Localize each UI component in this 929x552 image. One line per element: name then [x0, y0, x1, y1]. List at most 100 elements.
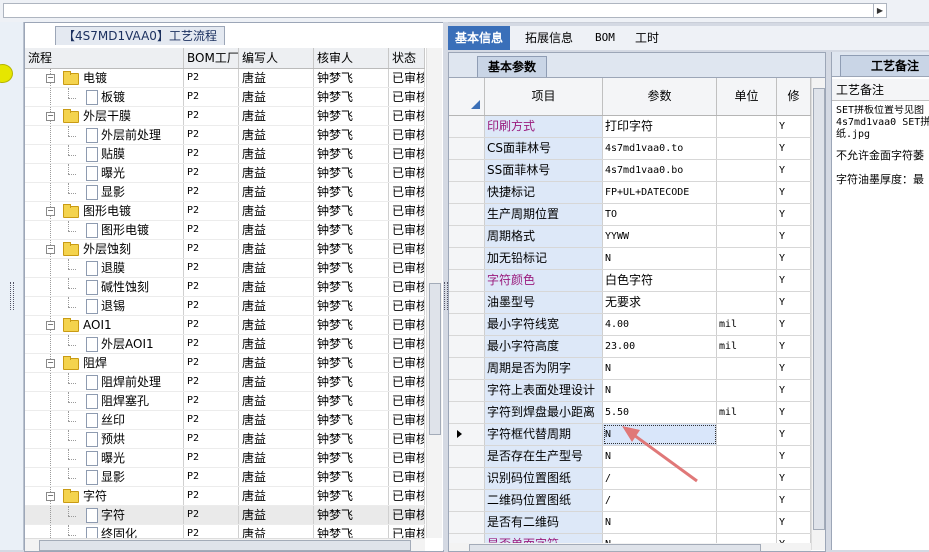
param-value-cell[interactable]: 5.50 [603, 402, 717, 423]
row-selector[interactable] [449, 380, 485, 401]
param-value-cell[interactable]: 白色字符 [603, 270, 717, 291]
param-modify-cell[interactable]: Y [777, 160, 811, 181]
col-header-reviewer[interactable]: 核审人 [314, 48, 389, 68]
param-value-cell[interactable]: 23.00 [603, 336, 717, 357]
param-value-cell[interactable]: 4.00 [603, 314, 717, 335]
param-row[interactable]: 字符颜色 白色字符 Y [449, 270, 811, 292]
tree-row[interactable]: 退膜 P2 唐益 钟梦飞 已审核 [25, 259, 425, 278]
tree-node-cell[interactable]: 板镀 [25, 88, 184, 106]
param-row[interactable]: 印刷方式 打印字符 Y [449, 116, 811, 138]
col-header-author[interactable]: 编写人 [239, 48, 314, 68]
tree-node-cell[interactable]: 丝印 [25, 411, 184, 429]
param-modify-cell[interactable]: Y [777, 204, 811, 225]
tree-row[interactable]: 贴膜 P2 唐益 钟梦飞 已审核 [25, 145, 425, 164]
tree-expander-icon[interactable]: − [46, 359, 55, 368]
tab-bom[interactable]: BOM [588, 26, 622, 50]
param-modify-cell[interactable]: Y [777, 314, 811, 335]
tree-node-cell[interactable]: 显影 [25, 468, 184, 486]
param-row[interactable]: 字符到焊盘最小距离 5.50 mil Y [449, 402, 811, 424]
param-modify-cell[interactable]: Y [777, 270, 811, 291]
param-modify-cell[interactable]: Y [777, 402, 811, 423]
param-row[interactable]: 识别码位置图纸 / Y [449, 468, 811, 490]
tree-node-cell[interactable]: 外层AOI1 [25, 335, 184, 353]
param-row[interactable]: 字符框代替周期 N Y [449, 424, 811, 446]
tree-row[interactable]: − AOI1 P2 唐益 钟梦飞 已审核 [25, 316, 425, 335]
row-selector[interactable] [449, 160, 485, 181]
tab-extended-info[interactable]: 拓展信息 [518, 26, 580, 50]
param-modify-cell[interactable]: Y [777, 424, 811, 445]
tree-node-cell[interactable]: 阻焊塞孔 [25, 392, 184, 410]
scroll-thumb[interactable] [429, 283, 441, 435]
param-modify-cell[interactable]: Y [777, 358, 811, 379]
tree-row[interactable]: 曝光 P2 唐益 钟梦飞 已审核 [25, 164, 425, 183]
col-header-unit[interactable]: 单位 [717, 78, 777, 115]
param-modify-cell[interactable]: Y [777, 182, 811, 203]
tree-row[interactable]: 终固化 P2 唐益 钟梦飞 已审核 [25, 525, 425, 538]
tree-expander-icon[interactable]: − [46, 245, 55, 254]
param-value-cell[interactable]: / [603, 468, 717, 489]
tree-node-cell[interactable]: 图形电镀 [25, 221, 184, 239]
process-notes-text[interactable]: SET拼板位置号见图 4s7md1vaa0 SET拼板 纸.jpg 不允许金面字… [836, 105, 929, 189]
param-value-cell[interactable]: 打印字符 [603, 116, 717, 137]
tree-row[interactable]: − 阻焊 P2 唐益 钟梦飞 已审核 [25, 354, 425, 373]
row-selector[interactable] [449, 446, 485, 467]
row-selector[interactable] [449, 468, 485, 489]
row-selector[interactable] [449, 490, 485, 511]
row-selector[interactable] [449, 182, 485, 203]
row-selector[interactable] [449, 336, 485, 357]
tree-node-cell[interactable]: 外层前处理 [25, 126, 184, 144]
param-modify-cell[interactable]: Y [777, 138, 811, 159]
scroll-thumb[interactable] [469, 544, 761, 552]
tree-node-cell[interactable]: 显影 [25, 183, 184, 201]
param-row[interactable]: 加无铅标记 N Y [449, 248, 811, 270]
col-header-modify[interactable]: 修 [777, 78, 811, 115]
param-value-cell[interactable]: 4s7md1vaa0.bo [603, 160, 717, 181]
tree-row[interactable]: 丝印 P2 唐益 钟梦飞 已审核 [25, 411, 425, 430]
tree-row[interactable]: 曝光 P2 唐益 钟梦飞 已审核 [25, 449, 425, 468]
tab-work-hours[interactable]: 工时 [628, 26, 666, 50]
tree-node-cell[interactable]: − 字符 [25, 487, 184, 505]
param-row[interactable]: 最小字符高度 23.00 mil Y [449, 336, 811, 358]
param-row[interactable]: 周期格式 YYWW Y [449, 226, 811, 248]
tree-node-cell[interactable]: 字符 [25, 506, 184, 524]
tree-row[interactable]: 退锡 P2 唐益 钟梦飞 已审核 [25, 297, 425, 316]
tree-expander-icon[interactable]: − [46, 321, 55, 330]
tree-node-cell[interactable]: 贴膜 [25, 145, 184, 163]
tree-expander-icon[interactable]: − [46, 207, 55, 216]
param-value-cell[interactable]: N [603, 248, 717, 269]
param-row[interactable]: SS面菲林号 4s7md1vaa0.bo Y [449, 160, 811, 182]
top-scrollbar[interactable]: ▶ [3, 3, 887, 18]
col-header-flow[interactable]: 流程 [25, 48, 184, 68]
param-row[interactable]: 二维码位置图纸 / Y [449, 490, 811, 512]
tree-node-cell[interactable]: − 电镀 [25, 69, 184, 87]
param-value-cell[interactable]: N [603, 424, 717, 445]
tree-node-cell[interactable]: 终固化 [25, 525, 184, 538]
tree-node-cell[interactable]: − AOI1 [25, 316, 184, 334]
process-flow-tab[interactable]: 【4S7MD1VAA0】工艺流程 [55, 26, 225, 45]
param-modify-cell[interactable]: Y [777, 116, 811, 137]
tree-expander-icon[interactable]: − [46, 492, 55, 501]
param-modify-cell[interactable]: Y [777, 226, 811, 247]
scroll-right-arrow-icon[interactable]: ▶ [873, 4, 886, 17]
tree-row[interactable]: 阻焊塞孔 P2 唐益 钟梦飞 已审核 [25, 392, 425, 411]
tree-node-cell[interactable]: 碱性蚀刻 [25, 278, 184, 296]
tree-node-cell[interactable]: 阻焊前处理 [25, 373, 184, 391]
row-selector[interactable] [449, 358, 485, 379]
param-modify-cell[interactable]: Y [777, 248, 811, 269]
tree-row[interactable]: 外层前处理 P2 唐益 钟梦飞 已审核 [25, 126, 425, 145]
param-modify-cell[interactable]: Y [777, 336, 811, 357]
param-row[interactable]: CS面菲林号 4s7md1vaa0.to Y [449, 138, 811, 160]
tree-row[interactable]: 显影 P2 唐益 钟梦飞 已审核 [25, 183, 425, 202]
row-selector[interactable] [449, 292, 485, 313]
param-modify-cell[interactable]: Y [777, 490, 811, 511]
row-selector[interactable] [449, 138, 485, 159]
param-modify-cell[interactable]: Y [777, 380, 811, 401]
param-row[interactable]: 字符上表面处理设计 N Y [449, 380, 811, 402]
param-row[interactable]: 周期是否为阴字 N Y [449, 358, 811, 380]
tree-expander-icon[interactable]: − [46, 112, 55, 121]
tree-row[interactable]: 阻焊前处理 P2 唐益 钟梦飞 已审核 [25, 373, 425, 392]
tree-row[interactable]: − 电镀 P2 唐益 钟梦飞 已审核 [25, 69, 425, 88]
param-modify-cell[interactable]: Y [777, 446, 811, 467]
row-selector[interactable] [449, 226, 485, 247]
param-value-cell[interactable]: 4s7md1vaa0.to [603, 138, 717, 159]
